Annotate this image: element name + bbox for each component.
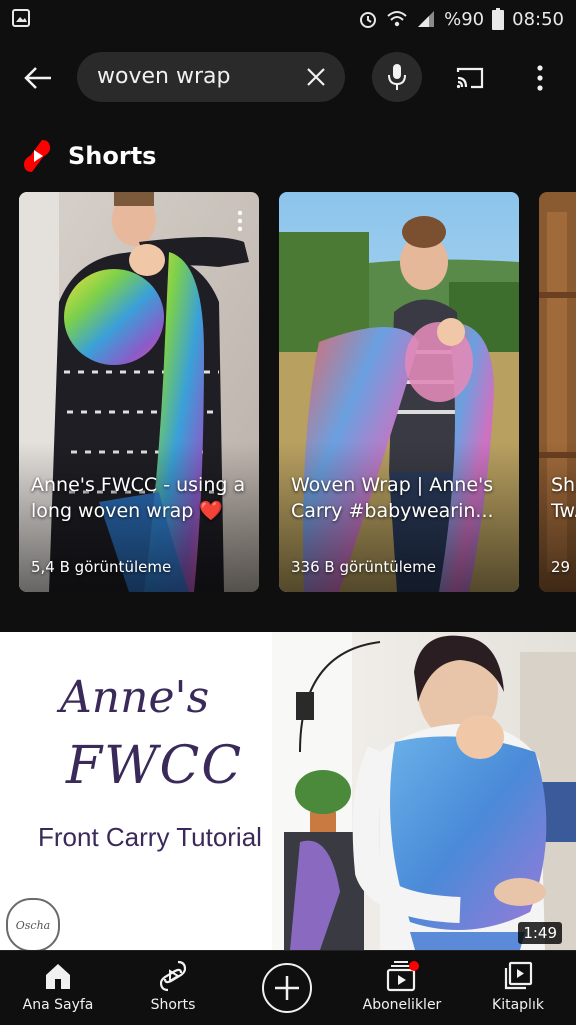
library-icon xyxy=(504,961,533,990)
search-query-text: woven wrap xyxy=(97,64,231,89)
shorts-icon xyxy=(160,960,186,992)
create-button[interactable] xyxy=(262,963,312,1013)
clear-search-button[interactable] xyxy=(303,64,329,90)
more-options-button[interactable] xyxy=(522,60,558,96)
short-more-icon[interactable] xyxy=(235,210,245,232)
nav-label-subscriptions: Abonelikler xyxy=(362,997,442,1013)
signal-icon xyxy=(416,9,436,29)
close-icon xyxy=(307,68,325,86)
bottom-navigation: Ana Sayfa Shorts Abonelikler Kitaplık xyxy=(0,950,576,1025)
nav-item-home[interactable]: Ana Sayfa xyxy=(0,951,116,1025)
short-title: Sh... Tw... xyxy=(551,474,576,522)
battery-icon xyxy=(492,8,505,30)
search-input[interactable]: woven wrap xyxy=(77,52,345,102)
cast-button[interactable] xyxy=(452,60,488,96)
short-card[interactable]: Anne's FWCC - using a long woven wrap ❤️… xyxy=(19,192,259,592)
short-title: Woven Wrap | Anne's Carry #babywearin... xyxy=(291,474,494,522)
search-top-bar: woven wrap xyxy=(0,50,576,106)
nav-item-library[interactable]: Kitaplık xyxy=(460,951,576,1025)
battery-percent: %90 xyxy=(444,8,485,30)
microphone-icon xyxy=(388,64,406,90)
kebab-menu-icon xyxy=(537,65,543,91)
thumbnail-title-line2: FWCC xyxy=(66,736,244,796)
short-title: Anne's FWCC - using a long woven wrap ❤️ xyxy=(31,474,246,522)
arrow-left-icon xyxy=(24,67,51,89)
nav-label-shorts: Shorts xyxy=(150,997,196,1013)
gallery-notification-icon xyxy=(12,9,30,27)
voice-search-button[interactable] xyxy=(372,52,422,102)
short-card[interactable]: Sh... Tw... 29 xyxy=(539,192,576,592)
nav-label-home: Ana Sayfa xyxy=(22,997,94,1013)
shorts-logo-icon xyxy=(24,140,50,172)
channel-logo: Oscha xyxy=(6,898,60,950)
thumbnail-title-line1: Anne's xyxy=(60,672,210,723)
cast-icon xyxy=(456,67,484,89)
short-view-count: 5,4 B görüntüleme xyxy=(31,558,172,576)
subscriptions-icon xyxy=(386,961,419,992)
nav-label-library: Kitaplık xyxy=(492,997,544,1013)
status-bar: %90 08:50 xyxy=(0,0,576,38)
shorts-carousel[interactable]: Anne's FWCC - using a long woven wrap ❤️… xyxy=(0,192,576,592)
home-icon xyxy=(46,964,70,989)
logo-text: Oscha xyxy=(15,918,51,932)
shorts-section-header: Shorts xyxy=(22,136,156,176)
nav-item-shorts[interactable]: Shorts xyxy=(115,951,231,1025)
back-button[interactable] xyxy=(18,58,58,98)
nav-item-subscriptions[interactable]: Abonelikler xyxy=(344,951,460,1025)
shorts-section-title: Shorts xyxy=(68,142,157,170)
short-view-count: 336 B görüntüleme xyxy=(291,558,436,576)
thumbnail-subtitle: Front Carry Tutorial xyxy=(38,822,262,852)
wifi-icon xyxy=(386,9,408,29)
clock-time: 08:50 xyxy=(512,8,564,30)
video-thumbnail[interactable]: Anne's FWCC Front Carry Tutorial Oscha 1… xyxy=(0,632,576,950)
alarm-icon xyxy=(358,9,378,29)
plus-icon xyxy=(275,976,299,1000)
short-view-count: 29 xyxy=(551,558,571,576)
short-card[interactable]: Woven Wrap | Anne's Carry #babywearin...… xyxy=(279,192,519,592)
video-duration-badge: 1:49 xyxy=(518,922,562,944)
notification-dot xyxy=(409,961,419,971)
